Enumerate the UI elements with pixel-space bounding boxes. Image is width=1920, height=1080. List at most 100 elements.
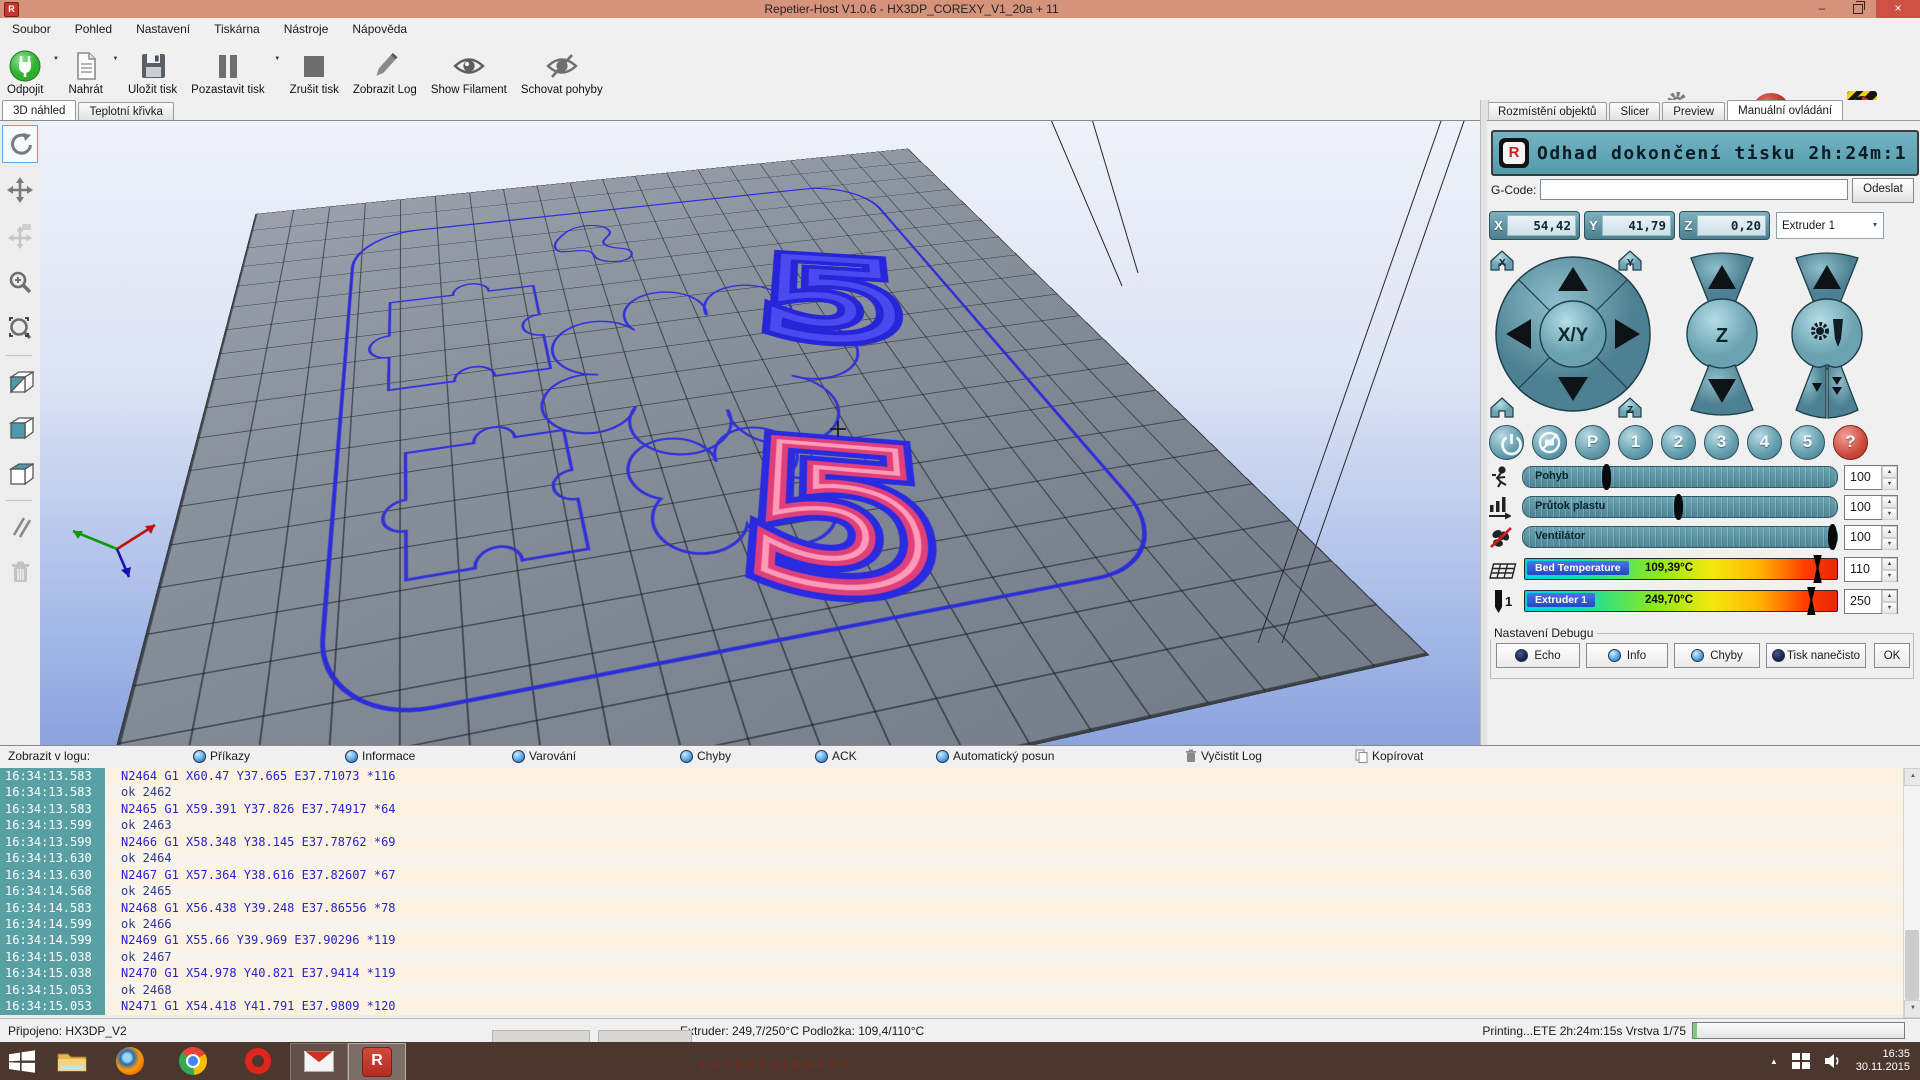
speed-spinner[interactable]: 100 ▲▼ [1844, 465, 1898, 490]
mail-app-button[interactable] [290, 1043, 348, 1080]
clear-log-button[interactable]: Vyčistit Log [1185, 749, 1262, 763]
home-all-button[interactable] [1491, 398, 1513, 417]
tab-teplotni-krivka[interactable]: Teplotní křivka [78, 102, 174, 120]
parallel-projection-button[interactable] [2, 507, 38, 545]
close-button[interactable]: × [1876, 0, 1920, 18]
debug-ok-button[interactable]: OK [1874, 643, 1910, 668]
spin-up-icon[interactable]: ▲ [1882, 526, 1897, 538]
spin-up-icon[interactable]: ▲ [1882, 466, 1897, 478]
preset-2-button[interactable]: 2 [1661, 425, 1696, 460]
iso-view-button[interactable] [2, 362, 38, 400]
menu-pohled[interactable]: Pohled [63, 19, 124, 39]
start-button[interactable] [0, 1042, 44, 1080]
debug-info-button[interactable]: Info [1586, 643, 1668, 668]
pause-dropdown[interactable]: ▼ [272, 40, 283, 100]
tray-clock[interactable]: 16:35 30.11.2015 [1856, 1048, 1910, 1074]
tab-3d-nahled[interactable]: 3D náhled [2, 100, 76, 120]
debug-dryrun-button[interactable]: Tisk nanečisto [1766, 643, 1866, 668]
menu-nastroje[interactable]: Nástroje [272, 19, 341, 39]
menu-soubor[interactable]: Soubor [0, 19, 63, 39]
spin-up-icon[interactable]: ▲ [1882, 590, 1897, 602]
fan-slider-thumb[interactable] [1828, 524, 1837, 550]
spin-down-icon[interactable]: ▼ [1882, 508, 1897, 520]
speed-slider-thumb[interactable] [1602, 464, 1611, 490]
chrome-button[interactable] [160, 1042, 226, 1080]
flow-spinner[interactable]: 100 ▲▼ [1844, 495, 1898, 520]
hide-travel-button[interactable]: Schovat pohyby [514, 40, 610, 100]
power-button[interactable] [1489, 425, 1524, 460]
fan-spinner[interactable]: 100 ▲▼ [1844, 525, 1898, 550]
fit-view-button[interactable] [2, 309, 38, 347]
speed-slider[interactable]: Pohyb [1522, 466, 1838, 488]
flow-slider-thumb[interactable] [1674, 494, 1683, 520]
filter-info[interactable]: Informace [345, 749, 415, 763]
front-view-button[interactable] [2, 408, 38, 446]
spin-up-icon[interactable]: ▲ [1882, 558, 1897, 570]
disconnect-dropdown[interactable]: ▼ [50, 40, 61, 100]
preset-5-button[interactable]: 5 [1790, 425, 1825, 460]
repetier-host-taskbar-button[interactable]: R [348, 1043, 406, 1080]
send-button[interactable]: Odeslat [1852, 178, 1914, 203]
help-button[interactable]: ? [1833, 425, 1868, 460]
jog-controls[interactable]: X/Y X Y Z Z [1487, 245, 1914, 423]
spin-down-icon[interactable]: ▼ [1882, 538, 1897, 550]
spin-down-icon[interactable]: ▼ [1882, 570, 1897, 582]
extrude-fast-button[interactable] [1828, 365, 1858, 418]
extruder-temp-thumb[interactable] [1806, 587, 1817, 615]
tab-rozmisteni-objektu[interactable]: Rozmístění objektů [1487, 102, 1607, 120]
load-button[interactable]: Nahrát [61, 40, 110, 100]
flow-slider[interactable]: Průtok plastu [1522, 496, 1838, 518]
home-x-button[interactable]: X [1491, 251, 1513, 270]
menu-napoveda[interactable]: Nápověda [340, 19, 419, 39]
home-z-button[interactable]: Z [1619, 398, 1641, 417]
disconnect-button[interactable]: Odpojit [0, 40, 50, 100]
show-filament-button[interactable]: Show Filament [424, 40, 514, 100]
preset-3-button[interactable]: 3 [1704, 425, 1739, 460]
firefox-button[interactable] [100, 1042, 160, 1080]
preset-1-button[interactable]: 1 [1618, 425, 1653, 460]
scrollbar-thumb[interactable] [1905, 930, 1919, 1000]
network-icon[interactable] [1792, 1053, 1810, 1069]
filter-warnings[interactable]: Varování [512, 749, 576, 763]
fan-slider[interactable]: Ventilátor [1522, 526, 1838, 548]
extrude-slow-button[interactable] [1796, 365, 1826, 418]
pause-print-button[interactable]: Pozastavit tisk [184, 40, 272, 100]
filter-ack[interactable]: ACK [815, 749, 857, 763]
tray-chevron-icon[interactable]: ▲ [1770, 1057, 1778, 1066]
extruder-temp-bar[interactable]: Extruder 1 249,70°C [1524, 590, 1838, 612]
tab-slicer[interactable]: Slicer [1609, 102, 1660, 120]
copy-log-button[interactable]: Kopírovat [1355, 749, 1423, 763]
minimize-button[interactable]: – [1804, 0, 1840, 18]
viewport-3d[interactable]: 5 5 5 5 5 [40, 120, 1480, 746]
scroll-up-icon[interactable]: ▲ [1904, 768, 1920, 786]
opera-button[interactable] [226, 1042, 290, 1080]
debug-echo-button[interactable]: Echo [1496, 643, 1580, 668]
scroll-down-icon[interactable]: ▼ [1904, 1000, 1920, 1018]
gcode-input[interactable] [1540, 179, 1848, 200]
save-print-button[interactable]: Uložit tisk [121, 40, 184, 100]
motors-off-button[interactable] [1532, 425, 1567, 460]
spin-up-icon[interactable]: ▲ [1882, 496, 1897, 508]
file-explorer-button[interactable] [44, 1042, 100, 1080]
tab-manualni-ovladani[interactable]: Manuální ovládání [1727, 100, 1843, 120]
filter-autoscroll[interactable]: Automatický posun [936, 749, 1054, 763]
bed-temp-bar[interactable]: Bed Temperature 109,39°C [1524, 558, 1838, 580]
debug-errors-button[interactable]: Chyby [1674, 643, 1760, 668]
rotate-view-button[interactable] [2, 125, 38, 163]
top-view-button[interactable] [2, 454, 38, 492]
park-button[interactable]: P [1575, 425, 1610, 460]
log-list[interactable]: 16:34:13.583N2464 G1 X60.47 Y37.665 E37.… [0, 768, 1903, 1018]
filter-commands[interactable]: Příkazy [193, 749, 250, 763]
cancel-print-button[interactable]: Zrušit tisk [283, 40, 346, 100]
bed-temp-thumb[interactable] [1812, 555, 1823, 583]
move-view-button[interactable] [2, 171, 38, 209]
log-scrollbar[interactable]: ▲ ▼ [1903, 768, 1920, 1018]
zoom-button[interactable] [2, 263, 38, 301]
show-log-button[interactable]: Zobrazit Log [346, 40, 424, 100]
spin-down-icon[interactable]: ▼ [1882, 478, 1897, 490]
tab-preview[interactable]: Preview [1662, 102, 1725, 120]
load-dropdown[interactable]: ▼ [110, 40, 121, 100]
home-y-button[interactable]: Y [1619, 251, 1641, 270]
preset-4-button[interactable]: 4 [1747, 425, 1782, 460]
extruder-temp-spinner[interactable]: 250 ▲▼ [1844, 589, 1898, 614]
